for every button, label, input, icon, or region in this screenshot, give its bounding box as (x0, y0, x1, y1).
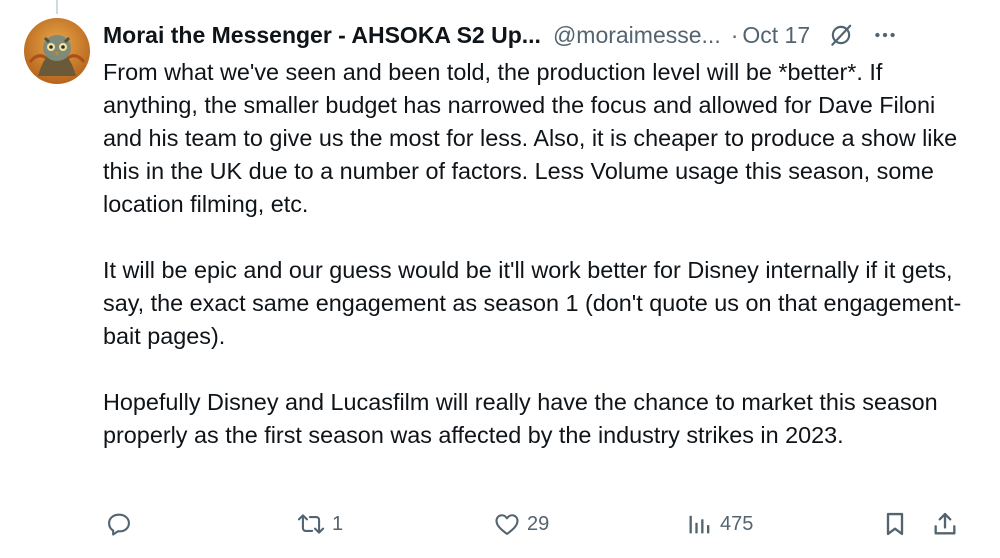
retweet-count: 1 (332, 512, 344, 535)
thread-connector-line (56, 0, 58, 14)
like-icon (493, 510, 521, 538)
retweet-button[interactable]: 1 (296, 510, 343, 538)
bookmark-button[interactable] (881, 510, 909, 538)
tweet-paragraph: From what we've seen and been told, the … (103, 59, 958, 217)
author-handle[interactable]: @moraimesse... (553, 22, 721, 49)
author-display-name[interactable]: Morai the Messenger - AHSOKA S2 Up... (103, 22, 541, 49)
views-button[interactable]: 475 (686, 510, 753, 538)
more-icon[interactable] (872, 22, 898, 48)
grok-icon[interactable] (828, 22, 854, 48)
reply-button[interactable] (105, 510, 139, 538)
tweet-header: Morai the Messenger - AHSOKA S2 Up... @m… (103, 18, 983, 52)
tweet-actions-bar: 1 29 475 (0, 502, 1000, 546)
like-count: 29 (527, 512, 550, 535)
retweet-icon (296, 510, 326, 538)
tweet-body: From what we've seen and been told, the … (103, 56, 973, 452)
share-icon (931, 510, 959, 538)
header-separator: · (730, 21, 739, 48)
tweet-paragraph: Hopefully Disney and Lucasfilm will real… (103, 389, 938, 448)
reply-icon (105, 510, 133, 538)
tweet-date[interactable]: Oct 17 (742, 22, 810, 49)
owl-avatar-icon[interactable] (24, 18, 90, 84)
tweet-paragraph: It will be epic and our guess would be i… (103, 257, 962, 349)
views-icon (686, 510, 714, 538)
like-button[interactable]: 29 (493, 510, 549, 538)
share-button[interactable] (931, 510, 959, 538)
bookmark-icon (881, 510, 909, 538)
views-count: 475 (720, 512, 754, 535)
